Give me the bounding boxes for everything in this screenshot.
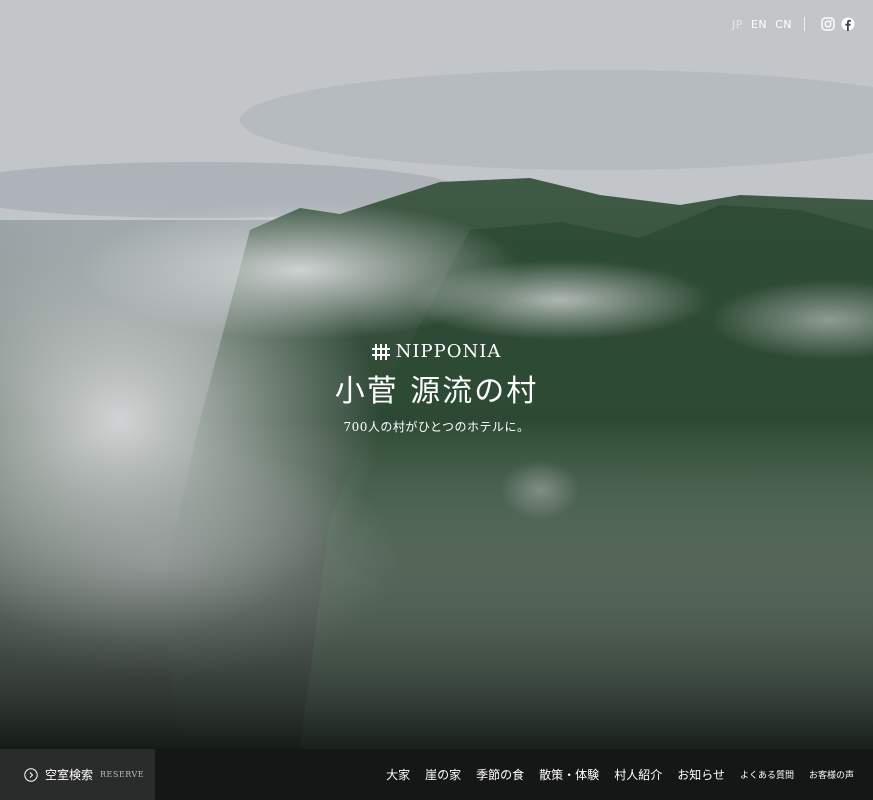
logo-text: NIPPONIA xyxy=(395,341,502,362)
chevron-circle-icon xyxy=(24,767,38,782)
nav-item-reviews[interactable]: お客様の声 xyxy=(809,768,854,781)
lang-cn-link[interactable]: CN xyxy=(771,18,796,31)
divider xyxy=(804,17,805,31)
reserve-button[interactable]: 空室検索 RESERVE xyxy=(0,749,155,800)
tagline: 700人の村がひとつのホテルに。 xyxy=(343,420,530,434)
facebook-icon[interactable] xyxy=(841,17,855,31)
nav-item-cliff-house[interactable]: 崖の家 xyxy=(425,766,461,783)
reserve-sublabel: RESERVE xyxy=(100,770,145,779)
instagram-icon[interactable] xyxy=(821,17,835,31)
main-nav: 大家 崖の家 季節の食 散策・体験 村人紹介 お知らせ よくある質問 お客様の声 xyxy=(155,749,873,800)
language-social-bar: JP EN CN xyxy=(728,14,855,34)
page-title: 小菅 源流の村 xyxy=(334,374,539,409)
brand-block: NIPPONIA 小菅 源流の村 700人の村がひとつのホテルに。 xyxy=(0,341,873,435)
nav-item-news[interactable]: お知らせ xyxy=(677,766,725,783)
logo[interactable]: NIPPONIA xyxy=(0,341,873,362)
nav-item-seasonal-food[interactable]: 季節の食 xyxy=(476,766,524,783)
lang-jp-link[interactable]: JP xyxy=(728,18,747,31)
lang-en-link[interactable]: EN xyxy=(747,18,771,31)
nav-item-daike[interactable]: 大家 xyxy=(386,766,410,783)
nav-item-faq[interactable]: よくある質問 xyxy=(740,768,794,781)
bottom-nav-bar: 空室検索 RESERVE 大家 崖の家 季節の食 散策・体験 村人紹介 お知らせ… xyxy=(0,749,873,800)
nav-item-villagers[interactable]: 村人紹介 xyxy=(614,766,662,783)
nipponia-mark-icon xyxy=(371,343,390,361)
nav-item-walks-experiences[interactable]: 散策・体験 xyxy=(539,766,599,783)
reserve-label: 空室検索 xyxy=(45,768,94,782)
